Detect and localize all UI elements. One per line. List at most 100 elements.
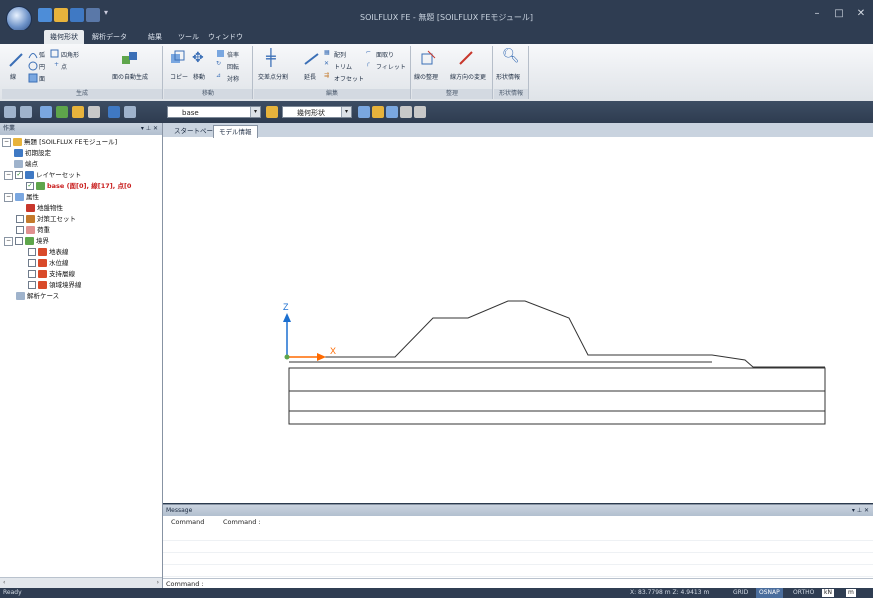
copy-icon[interactable] — [170, 50, 186, 66]
countermeasure-checkbox[interactable] — [16, 215, 24, 223]
app-menu-button[interactable] — [6, 6, 32, 32]
collapse-icon[interactable]: − — [4, 170, 13, 180]
snap-end-icon[interactable] — [358, 106, 370, 118]
water-level-checkbox[interactable] — [28, 259, 36, 267]
line-direction-icon[interactable] — [458, 50, 474, 66]
tab-results[interactable]: 結果 — [142, 30, 168, 44]
panel-controls[interactable]: ▾ ⊥ ✕ — [141, 123, 158, 135]
line-tool-icon[interactable] — [8, 52, 24, 68]
line-cleanup-tool[interactable]: 線の整理 — [414, 72, 438, 81]
line-tool-label[interactable]: 線 — [10, 72, 16, 81]
select-icon[interactable] — [40, 106, 52, 118]
tree-item-attributes[interactable]: − 属性 — [4, 192, 39, 202]
fillet-tool[interactable]: フィレット — [376, 62, 406, 71]
extend-tool[interactable]: 延長 — [304, 72, 316, 81]
rectangle-tool[interactable]: 四角形 — [61, 50, 79, 59]
copy-tool[interactable]: コピー — [170, 72, 188, 81]
undo-icon[interactable] — [86, 8, 100, 22]
chevron-down-icon[interactable]: ▾ — [250, 107, 260, 117]
tree-item-analysis-cases[interactable]: 解析ケース — [16, 291, 59, 301]
tree-item-layer-set[interactable]: − ✓ レイヤーセット — [4, 170, 81, 180]
bearing-layer-checkbox[interactable] — [28, 270, 36, 278]
move-tool[interactable]: 移動 — [193, 72, 205, 81]
tab-analysis-data[interactable]: 解析データ — [86, 30, 133, 44]
tree-item-soil-properties[interactable]: 地盤物性 — [26, 203, 63, 213]
trim-tool[interactable]: トリム — [334, 62, 352, 71]
tree-item-endpoints[interactable]: 端点 — [14, 159, 38, 169]
tab-geometry[interactable]: 幾何形状 — [44, 30, 84, 44]
scroll-left-icon[interactable]: ‹ — [3, 578, 5, 588]
tab-tools[interactable]: ツール — [172, 30, 205, 44]
snap-near-icon[interactable] — [400, 106, 412, 118]
shape-info-tool[interactable]: 形状情報 — [496, 72, 520, 81]
quick-access-dropdown-icon[interactable]: ▾ — [104, 8, 112, 22]
message-list[interactable] — [163, 529, 873, 577]
arc-tool[interactable]: 弧 — [39, 50, 45, 59]
collapse-icon[interactable]: − — [4, 192, 13, 202]
collapse-icon[interactable]: − — [4, 236, 13, 246]
mirror-tool[interactable]: 対称 — [227, 74, 239, 83]
tree-item-base-layer[interactable]: ✓ base (面[0], 線[17], 点[0 — [26, 181, 131, 191]
tree-item-load[interactable]: 荷重 — [16, 225, 50, 235]
auto-face-icon[interactable] — [120, 50, 140, 68]
scale-tool[interactable]: 倍率 — [227, 50, 239, 59]
intersect-split-tool[interactable]: 交差点分割 — [258, 72, 288, 81]
grid-icon[interactable] — [124, 106, 136, 118]
snap-perp-icon[interactable] — [414, 106, 426, 118]
chevron-down-icon[interactable]: ▾ — [341, 107, 351, 117]
extend-icon[interactable] — [304, 52, 320, 66]
ground-surface-checkbox[interactable] — [28, 248, 36, 256]
point-tool[interactable]: 点 — [61, 62, 67, 71]
embankment-profile-line[interactable] — [289, 300, 825, 368]
minimize-button[interactable]: – — [808, 7, 826, 21]
layer-visibility-icon[interactable] — [266, 106, 278, 118]
scroll-right-icon[interactable]: › — [157, 578, 159, 588]
tree-item-water-level-line[interactable]: 水位線 — [28, 258, 69, 268]
tree-item-initial-settings[interactable]: 初期設定 — [14, 148, 51, 158]
layer-icon[interactable] — [56, 106, 68, 118]
offset-tool[interactable]: オフセット — [334, 74, 364, 83]
tree-item-ground-surface-line[interactable]: 地表線 — [28, 247, 69, 257]
face-tool[interactable]: 面 — [39, 74, 45, 83]
properties-icon[interactable] — [108, 106, 120, 118]
layer-combo[interactable]: base ▾ — [167, 106, 261, 118]
undo-icon[interactable] — [4, 106, 16, 118]
load-checkbox[interactable] — [16, 226, 24, 234]
new-file-icon[interactable] — [38, 8, 52, 22]
maximize-button[interactable]: □ — [830, 7, 848, 21]
tree-item-bearing-layer-line[interactable]: 支持層線 — [28, 269, 75, 279]
move-icon[interactable]: ✥ — [192, 50, 204, 66]
save-icon[interactable] — [70, 8, 84, 22]
length-unit-select[interactable]: m — [846, 589, 856, 597]
collapse-icon[interactable]: − — [2, 137, 11, 147]
tab-window[interactable]: ウィンドウ — [202, 30, 249, 44]
magnifier-icon[interactable]: 🔍︎ — [502, 48, 520, 64]
model-drawing[interactable]: Z X — [163, 137, 873, 503]
open-file-icon[interactable] — [54, 8, 68, 22]
close-button[interactable]: ✕ — [852, 7, 870, 21]
force-unit-select[interactable]: kN — [822, 589, 834, 597]
domain-boundary-checkbox[interactable] — [28, 281, 36, 289]
ortho-toggle[interactable]: ORTHO — [790, 588, 817, 598]
boundary-checkbox[interactable] — [15, 237, 23, 245]
osnap-toggle[interactable]: OSNAP — [756, 588, 783, 598]
layer-set-checkbox[interactable]: ✓ — [15, 171, 23, 179]
circle-tool[interactable]: 円 — [39, 62, 45, 71]
redo-icon[interactable] — [20, 106, 32, 118]
snap-cross-icon[interactable] — [386, 106, 398, 118]
grid-toggle[interactable]: GRID — [730, 588, 751, 598]
pan-icon[interactable] — [72, 106, 84, 118]
panel-controls[interactable]: ▾ ⊥ ✕ — [852, 505, 869, 516]
line-direction-tool[interactable]: 線方向の変更 — [450, 72, 486, 81]
auto-face-tool[interactable]: 面の自動生成 — [112, 72, 148, 81]
base-layer-checkbox[interactable]: ✓ — [26, 182, 34, 190]
snap-mid-icon[interactable] — [372, 106, 384, 118]
tree-horizontal-scrollbar[interactable]: ‹ › — [0, 577, 162, 588]
tree-item-domain-boundary-line[interactable]: 領域境界線 — [28, 280, 82, 290]
line-cleanup-icon[interactable] — [420, 50, 436, 66]
rotate-tool[interactable]: 回転 — [227, 62, 239, 71]
tree-item-boundary[interactable]: − 境界 — [4, 236, 49, 246]
chamfer-tool[interactable]: 面取り — [376, 50, 394, 59]
zoom-icon[interactable] — [88, 106, 100, 118]
intersect-split-icon[interactable]: ╪ — [266, 48, 276, 67]
